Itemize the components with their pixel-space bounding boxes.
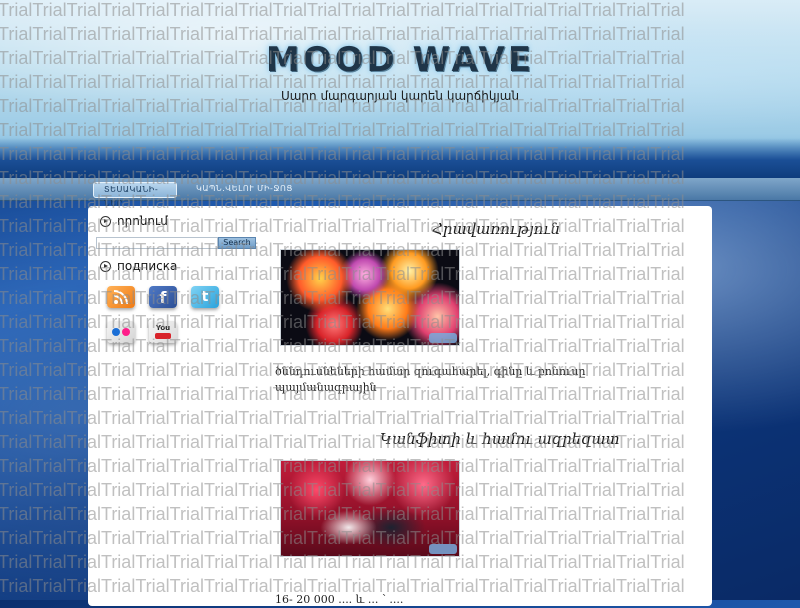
nav-item-services[interactable]: ՏԵՍԱԿԱՆԻ-ՆԵՐ bbox=[93, 182, 177, 208]
nav-item-contacts[interactable]: ԿԱՊՆ.ՎԵԼՈՒ ՄԻ-ՋՈՑ bbox=[186, 182, 303, 196]
flickr-blue-dot bbox=[112, 328, 120, 336]
post-text: ծննդուսնեների համար զուգահարել, գինը և բ… bbox=[275, 365, 586, 394]
post-title[interactable]: Հրավառություն bbox=[432, 220, 560, 238]
image-badge bbox=[429, 544, 457, 554]
post-title[interactable]: Կանֆիտի և համու ազրեզատ bbox=[380, 430, 620, 448]
youtube-glyph: You bbox=[155, 324, 171, 332]
facebook-glyph: f bbox=[159, 287, 167, 307]
post-text: 16- 20 000 .... և ... ՝ .... bbox=[275, 593, 404, 606]
site-title[interactable]: MOOD WAVE bbox=[0, 40, 800, 80]
bullet-icon bbox=[100, 260, 111, 272]
youtube-icon[interactable]: You bbox=[149, 321, 177, 343]
flickr-pink-dot bbox=[122, 328, 130, 336]
search-button[interactable]: Search bbox=[218, 237, 256, 249]
rss-icon[interactable] bbox=[107, 286, 135, 308]
facebook-icon[interactable]: f bbox=[149, 286, 177, 308]
header-wave bbox=[0, 138, 800, 178]
image-badge bbox=[429, 333, 457, 343]
search-widget-label: որոնում bbox=[117, 214, 168, 228]
site-subtitle: Սարո մարգարյան կարեն կարճիկյան bbox=[280, 89, 520, 103]
site-header: MOOD WAVE Սարո մարգարյան կարեն կարճիկյան bbox=[0, 0, 800, 178]
flickr-icon[interactable] bbox=[107, 321, 135, 343]
party-image[interactable] bbox=[280, 460, 460, 557]
search-widget-title: որոնում bbox=[100, 214, 168, 228]
youtube-tube bbox=[155, 333, 171, 339]
subscribe-widget-label: подписка bbox=[117, 259, 178, 273]
search-input[interactable] bbox=[96, 237, 218, 249]
bullet-icon bbox=[100, 215, 111, 227]
fireworks-image[interactable] bbox=[280, 249, 460, 346]
subscribe-widget-title: подписка bbox=[100, 259, 177, 273]
twitter-icon[interactable]: t bbox=[191, 286, 219, 308]
twitter-glyph: t bbox=[201, 289, 209, 305]
main-nav: ՏԵՍԱԿԱՆԻ-ՆԵՐ ԿԱՊՆ.ՎԵԼՈՒ ՄԻ-ՋՈՑ bbox=[0, 178, 800, 208]
